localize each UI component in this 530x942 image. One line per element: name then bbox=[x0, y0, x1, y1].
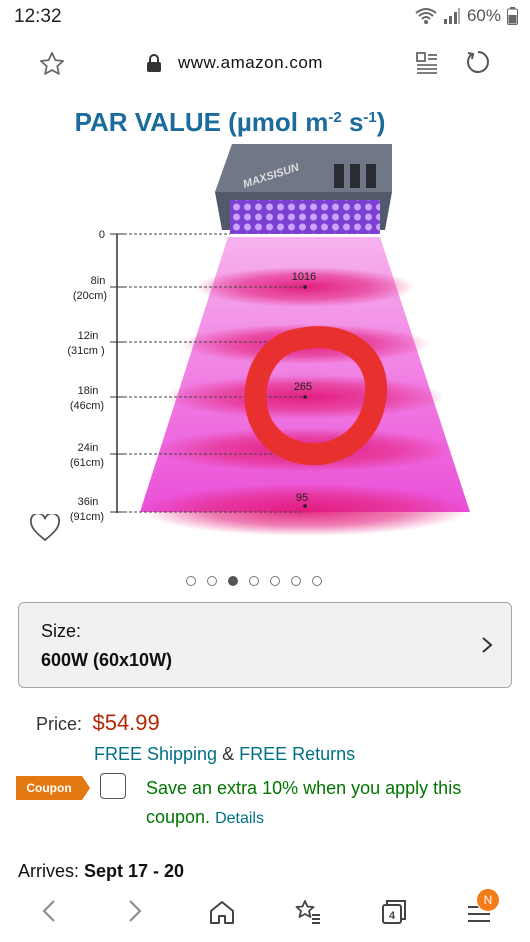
battery-icon bbox=[507, 7, 518, 25]
bookmark-star-icon[interactable] bbox=[38, 50, 66, 78]
size-value: 600W (60x10W) bbox=[41, 650, 173, 670]
carousel-indicator bbox=[186, 576, 322, 586]
heart-icon[interactable] bbox=[30, 514, 60, 542]
carousel-dot[interactable] bbox=[207, 576, 217, 586]
coupon-badge: Coupon bbox=[16, 776, 90, 800]
chevron-right-icon bbox=[482, 637, 493, 653]
menu-button[interactable]: N bbox=[466, 888, 500, 926]
status-indicators: 60% bbox=[415, 6, 518, 26]
par-value: 1016 bbox=[292, 271, 316, 283]
bookmarks-icon[interactable] bbox=[294, 898, 322, 926]
price-row: Price: $54.99 bbox=[36, 710, 160, 736]
carousel-dot[interactable] bbox=[270, 576, 280, 586]
forward-icon[interactable] bbox=[124, 898, 146, 924]
par-value: 265 bbox=[294, 381, 312, 393]
status-bar: 12:32 60% bbox=[0, 0, 530, 36]
delivery-estimate: Arrives: Sept 17 - 20 bbox=[18, 861, 184, 882]
back-icon[interactable] bbox=[38, 898, 60, 924]
size-selector[interactable]: Size: 600W (60x10W) bbox=[18, 602, 512, 688]
home-icon[interactable] bbox=[208, 898, 236, 926]
svg-text:4: 4 bbox=[389, 910, 396, 922]
size-label: Size: bbox=[41, 621, 82, 641]
level-row: 0 bbox=[99, 229, 230, 241]
coupon-message: Save an extra 10% when you apply this co… bbox=[146, 778, 462, 827]
level-label: 18in bbox=[78, 385, 99, 397]
level-label: 8in bbox=[91, 275, 106, 287]
arrives-dates: Sept 17 - 20 bbox=[84, 861, 185, 881]
price-label: Price: bbox=[36, 714, 83, 734]
grow-light-lamp: MAXSISUN bbox=[215, 144, 392, 234]
carousel-dot-active[interactable] bbox=[228, 576, 238, 586]
carousel-dot[interactable] bbox=[249, 576, 259, 586]
lock-icon bbox=[147, 54, 161, 72]
level-sublabel: (91cm) bbox=[70, 511, 104, 523]
arrives-label: Arrives: bbox=[18, 861, 85, 881]
carousel-dot[interactable] bbox=[186, 576, 196, 586]
level-sublabel: (31cm ) bbox=[67, 345, 104, 357]
level-sublabel: (20cm) bbox=[73, 290, 107, 302]
coupon-checkbox[interactable] bbox=[100, 773, 126, 799]
browser-bottom-nav: 4 N bbox=[0, 886, 530, 942]
free-shipping-link[interactable]: FREE Shipping bbox=[94, 744, 217, 764]
reader-mode-icon[interactable] bbox=[416, 52, 438, 74]
status-time: 12:32 bbox=[14, 6, 62, 27]
level-sublabel: (61cm) bbox=[70, 457, 104, 469]
carousel-dot[interactable] bbox=[312, 576, 322, 586]
product-image[interactable]: PAR VALUE (µmol m-2 s-1) MAXSISUN 0 8in … bbox=[0, 92, 530, 562]
level-label: 0 bbox=[99, 229, 105, 241]
url-field[interactable]: www.amazon.com bbox=[178, 53, 323, 73]
par-value: 95 bbox=[296, 492, 308, 504]
coupon-details-link[interactable]: Details bbox=[215, 810, 264, 827]
tabs-icon[interactable]: 4 bbox=[380, 898, 408, 926]
coupon-text: Save an extra 10% when you apply this co… bbox=[146, 774, 506, 833]
carousel-dot[interactable] bbox=[291, 576, 301, 586]
shipping-amp: & bbox=[217, 744, 240, 764]
battery-percent: 60% bbox=[466, 6, 501, 25]
browser-toolbar: www.amazon.com bbox=[0, 36, 530, 92]
level-label: 24in bbox=[78, 442, 99, 454]
notification-badge: N bbox=[476, 888, 500, 912]
level-label: 12in bbox=[78, 330, 99, 342]
price-value: $54.99 bbox=[92, 710, 160, 735]
free-returns-link[interactable]: FREE Returns bbox=[239, 744, 355, 764]
level-sublabel: (46cm) bbox=[70, 400, 104, 412]
reload-icon[interactable] bbox=[464, 48, 492, 76]
svg-text:Coupon: Coupon bbox=[26, 781, 71, 795]
shipping-info: FREE Shipping & FREE Returns bbox=[94, 744, 355, 765]
level-label: 36in bbox=[78, 496, 99, 508]
signal-icon bbox=[443, 8, 460, 24]
chart-title: PAR VALUE (µmol m-2 s-1) bbox=[75, 107, 386, 137]
wifi-icon bbox=[415, 8, 437, 24]
